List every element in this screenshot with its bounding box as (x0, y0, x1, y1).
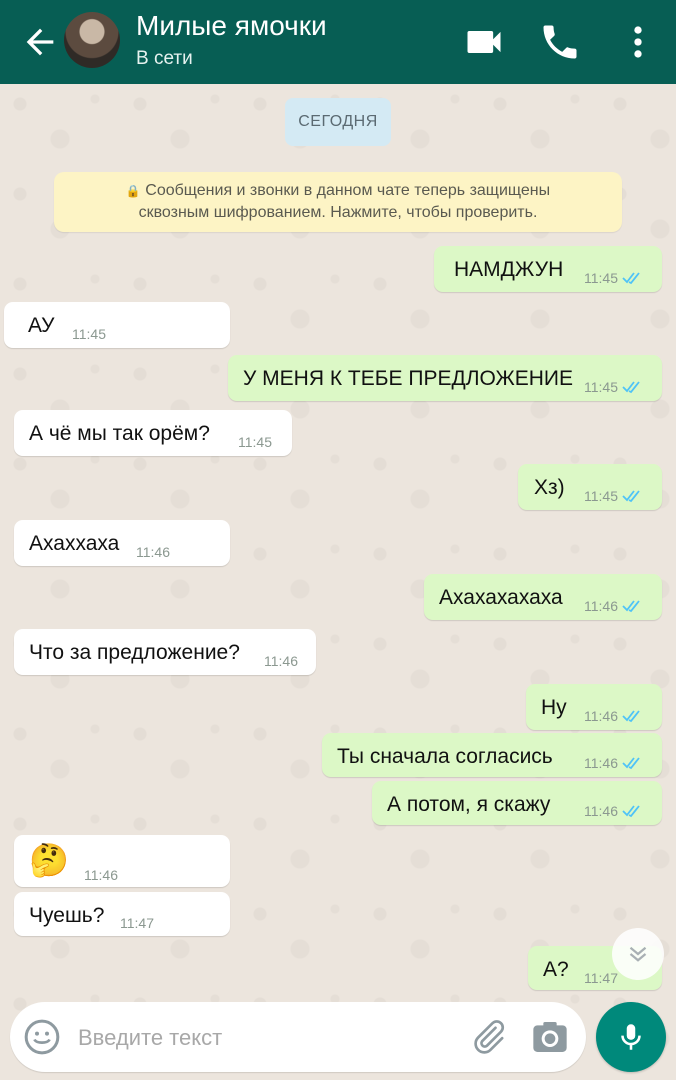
double-check-icon (622, 490, 640, 503)
message-outgoing[interactable]: А потом, я скажу 11:46 (372, 781, 662, 825)
message-time: 11:45 (584, 488, 618, 504)
message-outgoing[interactable]: Ты сначала согласись 11:46 (322, 733, 662, 777)
thinking-face-emoji: 🤔 (29, 842, 69, 878)
encryption-notice-line2: сквозным шифрованием. Нажмите, чтобы про… (138, 204, 538, 221)
camera-icon (533, 1022, 567, 1052)
encryption-notice-line1: 🔒 Сообщения и звонки в данном чате тепер… (125, 182, 551, 199)
message-time: 11:46 (84, 867, 118, 883)
message-text: Ну (541, 696, 567, 719)
voice-call-button[interactable] (538, 20, 582, 64)
message-composer (10, 1002, 586, 1072)
more-options-button[interactable] (616, 20, 660, 64)
camera-button[interactable] (530, 1017, 570, 1057)
emoji-icon (24, 1019, 60, 1055)
message-time: 11:46 (584, 755, 618, 771)
encryption-notice[interactable]: 🔒 Сообщения и звонки в данном чате тепер… (54, 172, 622, 232)
double-check-icon (622, 381, 640, 394)
message-outgoing[interactable]: Ну 11:46 (526, 684, 662, 730)
message-incoming[interactable]: АУ 11:45 (4, 302, 230, 348)
contact-status: В сети (136, 48, 193, 69)
message-time: 11:47 (120, 915, 154, 931)
message-text: А чё мы так орём? (29, 422, 210, 445)
attach-button[interactable] (468, 1017, 508, 1057)
message-incoming[interactable]: А чё мы так орём? 11:45 (14, 410, 292, 456)
message-time: 11:45 (238, 434, 272, 450)
message-input[interactable] (76, 1018, 450, 1058)
message-incoming[interactable]: Чуешь? 11:47 (14, 892, 230, 936)
message-time: 11:46 (264, 653, 298, 669)
message-incoming[interactable]: Ахаххаха 11:46 (14, 520, 230, 566)
paperclip-icon (474, 1020, 505, 1054)
message-incoming[interactable]: 🤔 11:46 (14, 835, 230, 887)
back-arrow-icon (26, 28, 54, 56)
mic-icon (621, 1024, 641, 1050)
double-check-icon (622, 710, 640, 723)
more-vert-icon (634, 26, 642, 58)
double-check-icon (622, 805, 640, 818)
video-call-icon (467, 31, 501, 53)
double-check-icon (622, 272, 640, 285)
message-text: Что за предложение? (29, 641, 240, 664)
message-text: А? (543, 958, 569, 981)
message-time: 11:46 (584, 803, 618, 819)
message-outgoing[interactable]: НАМДЖУН 11:45 (434, 246, 662, 292)
back-button[interactable] (20, 22, 60, 62)
message-text: Ахахахахаха (439, 586, 563, 609)
phone-icon (543, 25, 577, 59)
chat-header: Милые ямочки В сети (0, 0, 676, 84)
message-text: Хз) (534, 476, 565, 499)
contact-name[interactable]: Милые ямочки (136, 10, 327, 42)
message-outgoing[interactable]: Хз) 11:45 (518, 464, 662, 510)
message-text: Ты сначала согласись (337, 745, 553, 768)
message-incoming[interactable]: Что за предложение? 11:46 (14, 629, 316, 675)
message-outgoing[interactable]: У МЕНЯ К ТЕБЕ ПРЕДЛОЖЕНИЕ 11:45 (228, 355, 662, 401)
chevron-down-icon (629, 946, 647, 962)
message-text: А потом, я скажу (387, 793, 551, 816)
date-badge: СЕГОДНЯ (285, 98, 391, 146)
double-check-icon (622, 757, 640, 770)
message-text: Чуешь? (29, 904, 105, 927)
message-time: 11:46 (584, 598, 618, 614)
lock-icon: 🔒 (125, 184, 141, 198)
message-time: 11:46 (584, 708, 618, 724)
message-time: 11:45 (72, 326, 106, 342)
scroll-to-bottom-button[interactable] (612, 928, 664, 980)
voice-record-button[interactable] (596, 1002, 666, 1072)
contact-avatar[interactable] (64, 12, 120, 68)
video-call-button[interactable] (462, 20, 506, 64)
emoji-button[interactable] (22, 1017, 62, 1057)
message-text: АУ (28, 314, 55, 337)
double-check-icon (622, 600, 640, 613)
message-text: У МЕНЯ К ТЕБЕ ПРЕДЛОЖЕНИЕ (243, 367, 574, 390)
message-time: 11:45 (584, 379, 618, 395)
message-time: 11:46 (136, 544, 170, 560)
message-time: 11:47 (584, 970, 618, 986)
message-time: 11:45 (584, 270, 618, 286)
message-outgoing[interactable]: Ахахахахаха 11:46 (424, 574, 662, 620)
message-text: Ахаххаха (29, 532, 120, 555)
message-text: НАМДЖУН (454, 258, 564, 281)
